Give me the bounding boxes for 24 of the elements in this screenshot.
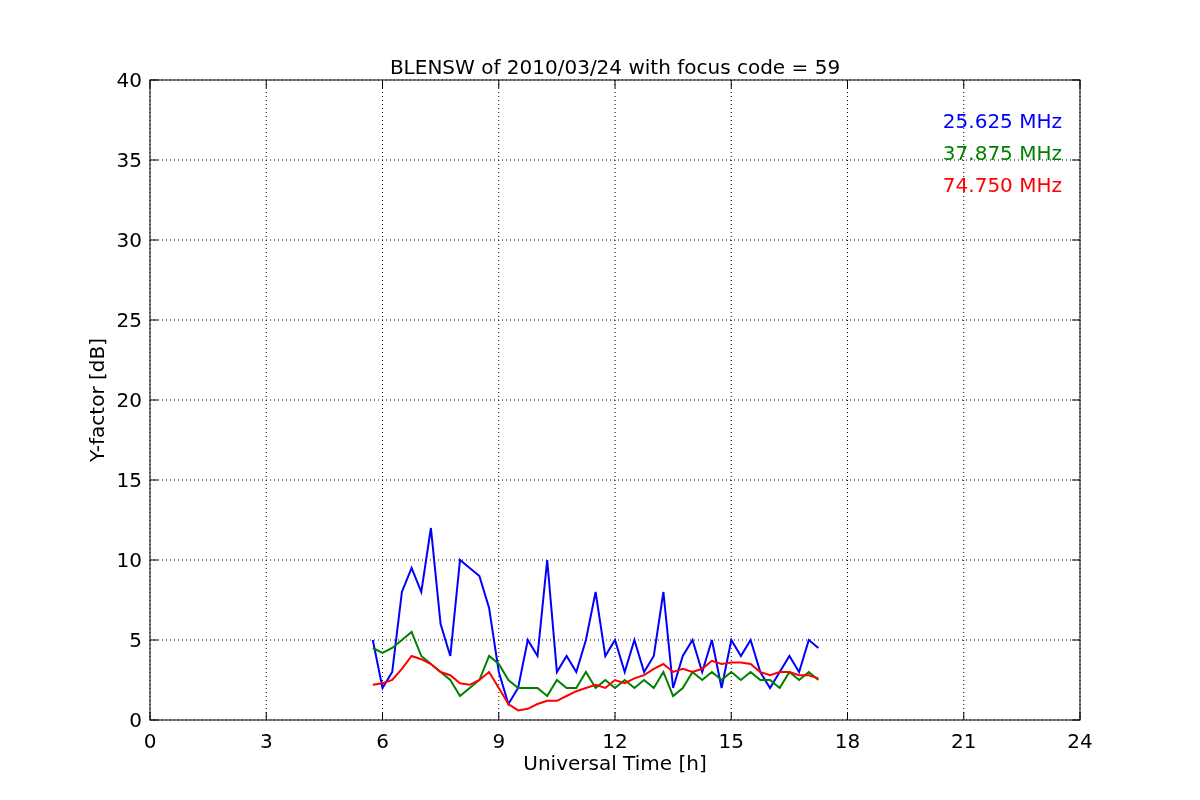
y-axis-label: Y-factor [dB] [85,338,109,462]
tick-label: 0 [129,708,142,732]
tick-label: 35 [116,148,142,172]
tick-label: 30 [116,228,142,252]
tick-label: 20 [116,388,142,412]
tick-label: 15 [718,729,744,753]
tick-label: 3 [259,729,273,753]
chart-title: BLENSW of 2010/03/24 with focus code = 59 [389,55,841,79]
tick-label: 10 [116,548,142,572]
tick-label: 6 [376,729,389,753]
tick-label: 21 [951,729,977,753]
x-axis-label: Universal Time [h] [523,751,707,775]
tick-label: 40 [116,68,142,92]
legend-label: 37.875 MHz [942,141,1062,165]
tick-label: 0 [143,729,157,753]
tick-label: 12 [602,729,628,753]
legend-label: 25.625 MHz [942,109,1062,133]
tick-label: 9 [492,729,506,753]
tick-label: 15 [116,468,142,492]
tick-label: 25 [116,308,142,332]
legend-label: 74.750 MHz [942,173,1062,197]
tick-label: 24 [1067,729,1093,753]
tick-label: 18 [834,729,861,753]
tick-label: 5 [129,628,142,652]
